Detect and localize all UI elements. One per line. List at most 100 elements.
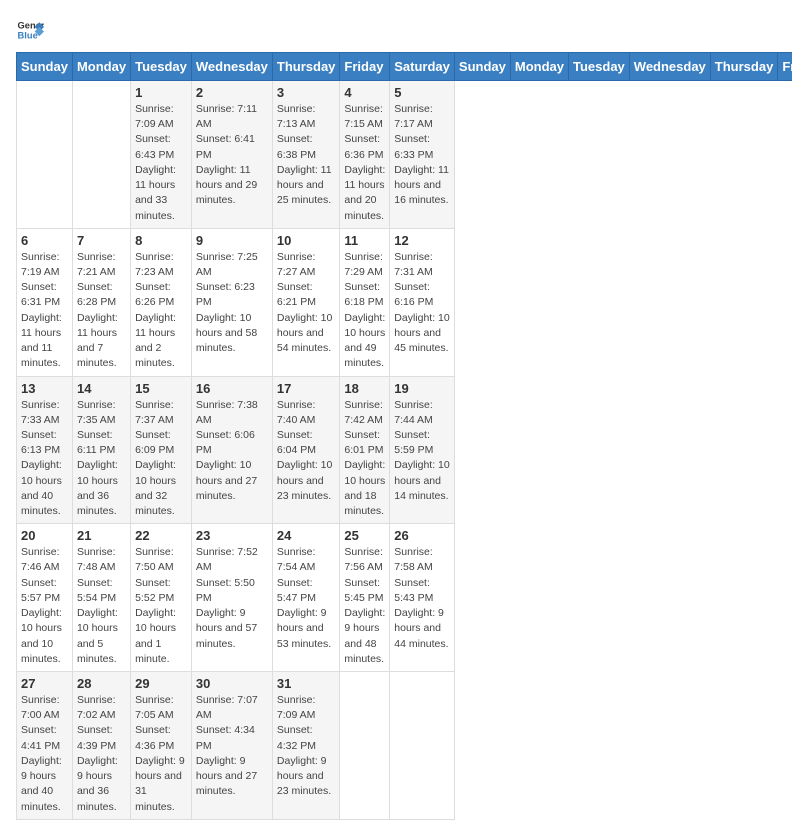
day-number: 28 — [77, 676, 126, 691]
svg-text:Blue: Blue — [18, 31, 38, 41]
calendar-cell: 15 Sunrise: 7:37 AM Sunset: 6:09 PM Dayli… — [131, 376, 192, 524]
day-number: 11 — [344, 233, 385, 248]
day-number: 7 — [77, 233, 126, 248]
day-number: 9 — [196, 233, 268, 248]
day-content: Sunrise: 7:50 AM Sunset: 5:52 PM Dayligh… — [135, 545, 187, 667]
calendar-cell: 19 Sunrise: 7:44 AM Sunset: 5:59 PM Dayli… — [390, 376, 455, 524]
logo-icon: General Blue — [16, 16, 44, 44]
day-content: Sunrise: 7:35 AM Sunset: 6:11 PM Dayligh… — [77, 398, 126, 520]
calendar-cell: 10 Sunrise: 7:27 AM Sunset: 6:21 PM Dayli… — [272, 228, 340, 376]
day-number: 25 — [344, 528, 385, 543]
calendar-cell: 14 Sunrise: 7:35 AM Sunset: 6:11 PM Dayli… — [72, 376, 130, 524]
day-number: 10 — [277, 233, 336, 248]
day-content: Sunrise: 7:58 AM Sunset: 5:43 PM Dayligh… — [394, 545, 450, 652]
day-content: Sunrise: 7:38 AM Sunset: 6:06 PM Dayligh… — [196, 398, 268, 505]
day-content: Sunrise: 7:31 AM Sunset: 6:16 PM Dayligh… — [394, 250, 450, 357]
calendar-cell — [390, 672, 455, 820]
calendar-cell: 29 Sunrise: 7:05 AM Sunset: 4:36 PM Dayli… — [131, 672, 192, 820]
day-header-sunday: Sunday — [454, 53, 510, 81]
day-number: 2 — [196, 85, 268, 100]
logo: General Blue — [16, 16, 48, 44]
calendar-cell: 2 Sunrise: 7:11 AM Sunset: 6:41 PM Daylig… — [191, 81, 272, 229]
day-content: Sunrise: 7:19 AM Sunset: 6:31 PM Dayligh… — [21, 250, 68, 372]
day-number: 19 — [394, 381, 450, 396]
day-number: 31 — [277, 676, 336, 691]
calendar-cell: 16 Sunrise: 7:38 AM Sunset: 6:06 PM Dayli… — [191, 376, 272, 524]
day-number: 30 — [196, 676, 268, 691]
calendar-cell: 26 Sunrise: 7:58 AM Sunset: 5:43 PM Dayli… — [390, 524, 455, 672]
calendar-table: SundayMondayTuesdayWednesdayThursdayFrid… — [16, 52, 792, 820]
day-header-tuesday: Tuesday — [131, 53, 192, 81]
day-header-sunday: Sunday — [17, 53, 73, 81]
day-content: Sunrise: 7:05 AM Sunset: 4:36 PM Dayligh… — [135, 693, 187, 815]
calendar-week-3: 13 Sunrise: 7:33 AM Sunset: 6:13 PM Dayli… — [17, 376, 792, 524]
calendar-week-1: 1 Sunrise: 7:09 AM Sunset: 6:43 PM Daylig… — [17, 81, 792, 229]
day-number: 14 — [77, 381, 126, 396]
day-content: Sunrise: 7:44 AM Sunset: 5:59 PM Dayligh… — [394, 398, 450, 505]
day-content: Sunrise: 7:33 AM Sunset: 6:13 PM Dayligh… — [21, 398, 68, 520]
day-content: Sunrise: 7:56 AM Sunset: 5:45 PM Dayligh… — [344, 545, 385, 667]
day-content: Sunrise: 7:37 AM Sunset: 6:09 PM Dayligh… — [135, 398, 187, 520]
day-content: Sunrise: 7:09 AM Sunset: 4:32 PM Dayligh… — [277, 693, 336, 800]
day-content: Sunrise: 7:23 AM Sunset: 6:26 PM Dayligh… — [135, 250, 187, 372]
calendar-cell: 1 Sunrise: 7:09 AM Sunset: 6:43 PM Daylig… — [131, 81, 192, 229]
day-header-thursday: Thursday — [710, 53, 778, 81]
day-content: Sunrise: 7:02 AM Sunset: 4:39 PM Dayligh… — [77, 693, 126, 815]
calendar-cell: 31 Sunrise: 7:09 AM Sunset: 4:32 PM Dayli… — [272, 672, 340, 820]
calendar-cell: 13 Sunrise: 7:33 AM Sunset: 6:13 PM Dayli… — [17, 376, 73, 524]
calendar-cell: 27 Sunrise: 7:00 AM Sunset: 4:41 PM Dayli… — [17, 672, 73, 820]
day-number: 27 — [21, 676, 68, 691]
day-header-thursday: Thursday — [272, 53, 340, 81]
day-number: 16 — [196, 381, 268, 396]
day-number: 26 — [394, 528, 450, 543]
day-number: 20 — [21, 528, 68, 543]
calendar-cell: 18 Sunrise: 7:42 AM Sunset: 6:01 PM Dayli… — [340, 376, 390, 524]
day-number: 21 — [77, 528, 126, 543]
day-content: Sunrise: 7:40 AM Sunset: 6:04 PM Dayligh… — [277, 398, 336, 505]
day-number: 22 — [135, 528, 187, 543]
day-header-wednesday: Wednesday — [191, 53, 272, 81]
day-content: Sunrise: 7:48 AM Sunset: 5:54 PM Dayligh… — [77, 545, 126, 667]
calendar-cell — [17, 81, 73, 229]
day-number: 29 — [135, 676, 187, 691]
day-content: Sunrise: 7:09 AM Sunset: 6:43 PM Dayligh… — [135, 102, 187, 224]
day-number: 4 — [344, 85, 385, 100]
day-header-friday: Friday — [340, 53, 390, 81]
calendar-cell: 30 Sunrise: 7:07 AM Sunset: 4:34 PM Dayli… — [191, 672, 272, 820]
day-header-monday: Monday — [72, 53, 130, 81]
day-content: Sunrise: 7:15 AM Sunset: 6:36 PM Dayligh… — [344, 102, 385, 224]
day-number: 6 — [21, 233, 68, 248]
day-content: Sunrise: 7:11 AM Sunset: 6:41 PM Dayligh… — [196, 102, 268, 209]
day-content: Sunrise: 7:07 AM Sunset: 4:34 PM Dayligh… — [196, 693, 268, 800]
day-number: 13 — [21, 381, 68, 396]
day-number: 15 — [135, 381, 187, 396]
day-number: 24 — [277, 528, 336, 543]
day-content: Sunrise: 7:27 AM Sunset: 6:21 PM Dayligh… — [277, 250, 336, 357]
calendar-cell — [340, 672, 390, 820]
page-header: General Blue — [16, 16, 776, 44]
day-content: Sunrise: 7:29 AM Sunset: 6:18 PM Dayligh… — [344, 250, 385, 372]
day-number: 12 — [394, 233, 450, 248]
day-content: Sunrise: 7:00 AM Sunset: 4:41 PM Dayligh… — [21, 693, 68, 815]
day-content: Sunrise: 7:52 AM Sunset: 5:50 PM Dayligh… — [196, 545, 268, 652]
day-number: 23 — [196, 528, 268, 543]
calendar-cell: 4 Sunrise: 7:15 AM Sunset: 6:36 PM Daylig… — [340, 81, 390, 229]
calendar-cell: 9Sunrise: 7:25 AM Sunset: 6:23 PM Daylig… — [191, 228, 272, 376]
day-number: 18 — [344, 381, 385, 396]
day-header-tuesday: Tuesday — [569, 53, 630, 81]
calendar-cell: 8 Sunrise: 7:23 AM Sunset: 6:26 PM Daylig… — [131, 228, 192, 376]
day-header-saturday: Saturday — [390, 53, 455, 81]
day-number: 1 — [135, 85, 187, 100]
calendar-cell: 28 Sunrise: 7:02 AM Sunset: 4:39 PM Dayli… — [72, 672, 130, 820]
calendar-cell: 17 Sunrise: 7:40 AM Sunset: 6:04 PM Dayli… — [272, 376, 340, 524]
calendar-cell: 3Sunrise: 7:13 AM Sunset: 6:38 PM Daylig… — [272, 81, 340, 229]
calendar-cell: 23 Sunrise: 7:52 AM Sunset: 5:50 PM Dayli… — [191, 524, 272, 672]
calendar-cell: 25 Sunrise: 7:56 AM Sunset: 5:45 PM Dayli… — [340, 524, 390, 672]
calendar-cell: 6 Sunrise: 7:19 AM Sunset: 6:31 PM Daylig… — [17, 228, 73, 376]
day-number: 17 — [277, 381, 336, 396]
day-content: Sunrise: 7:42 AM Sunset: 6:01 PM Dayligh… — [344, 398, 385, 520]
day-number: 8 — [135, 233, 187, 248]
calendar-header-row: SundayMondayTuesdayWednesdayThursdayFrid… — [17, 53, 792, 81]
calendar-cell: 12 Sunrise: 7:31 AM Sunset: 6:16 PM Dayli… — [390, 228, 455, 376]
day-number: 3 — [277, 85, 336, 100]
